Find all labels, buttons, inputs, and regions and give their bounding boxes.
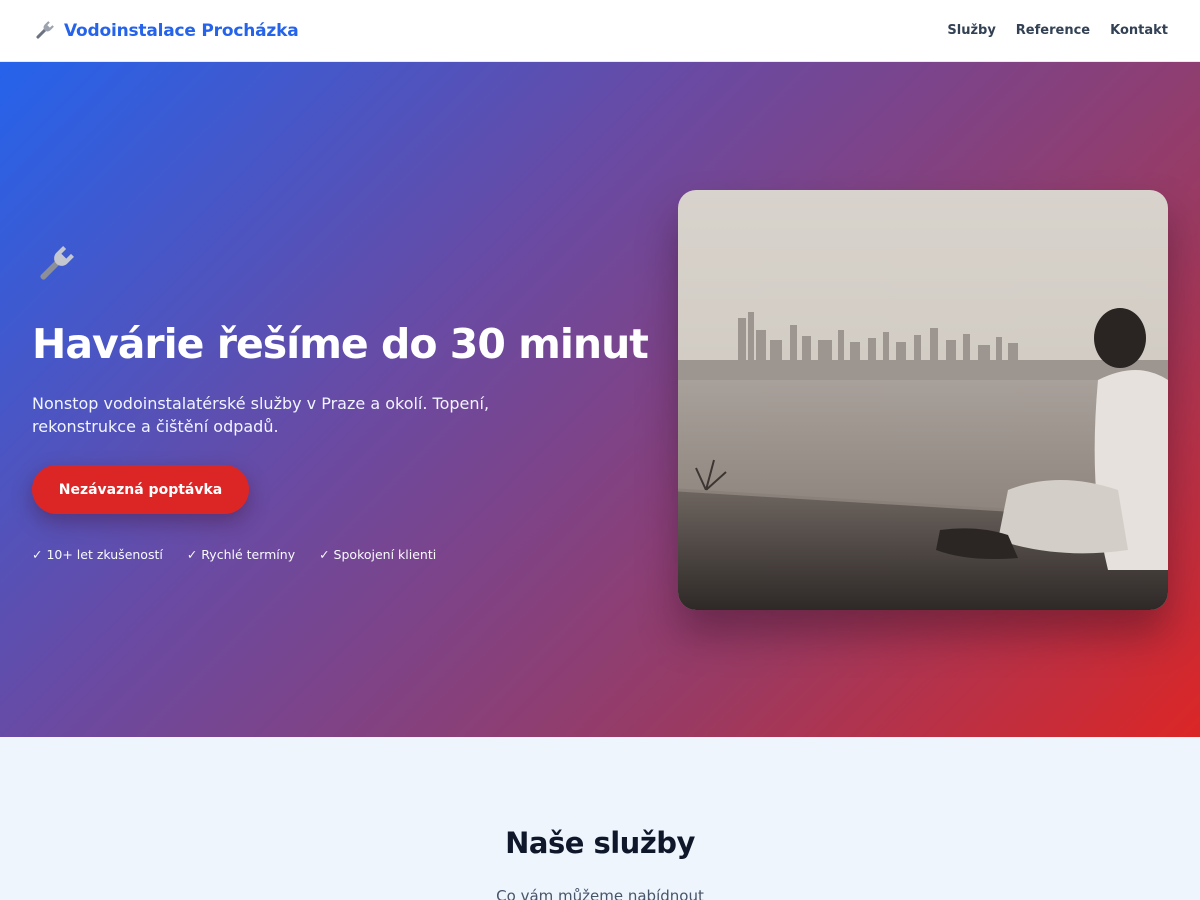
- services-subtitle: Co vám můžeme nabídnout: [496, 887, 704, 900]
- nav-link-services[interactable]: Služby: [947, 23, 995, 38]
- services-title: Naše služby: [505, 826, 695, 860]
- trust-badges: ✓ 10+ let zkušeností ✓ Rychlé termíny ✓ …: [32, 547, 436, 562]
- quote-request-button[interactable]: Nezávazná poptávka: [32, 465, 249, 514]
- brand-name: Vodoinstalace Procházka: [64, 20, 299, 41]
- hero-title: Havárie řešíme do 30 minut: [32, 320, 649, 368]
- main-nav: Služby Reference Kontakt: [947, 23, 1168, 38]
- wrench-icon: [40, 246, 74, 280]
- wrench-icon: [36, 20, 54, 39]
- nav-link-references[interactable]: Reference: [1016, 23, 1090, 38]
- nav-link-contact[interactable]: Kontakt: [1110, 23, 1168, 38]
- badge-experience: ✓ 10+ let zkušeností: [32, 547, 163, 562]
- hero-subtitle: Nonstop vodoinstalatérské služby v Praze…: [32, 394, 490, 436]
- site-header: Vodoinstalace Procházka Služby Reference…: [0, 0, 1200, 62]
- hero-image: [678, 190, 1168, 610]
- brand-logo-link[interactable]: Vodoinstalace Procházka: [32, 19, 299, 43]
- badge-happy-clients: ✓ Spokojení klienti: [319, 547, 437, 562]
- badge-fast-dates: ✓ Rychlé termíny: [186, 547, 296, 562]
- hero-section: Havárie řešíme do 30 minut Nonstop vodoi…: [0, 62, 1200, 737]
